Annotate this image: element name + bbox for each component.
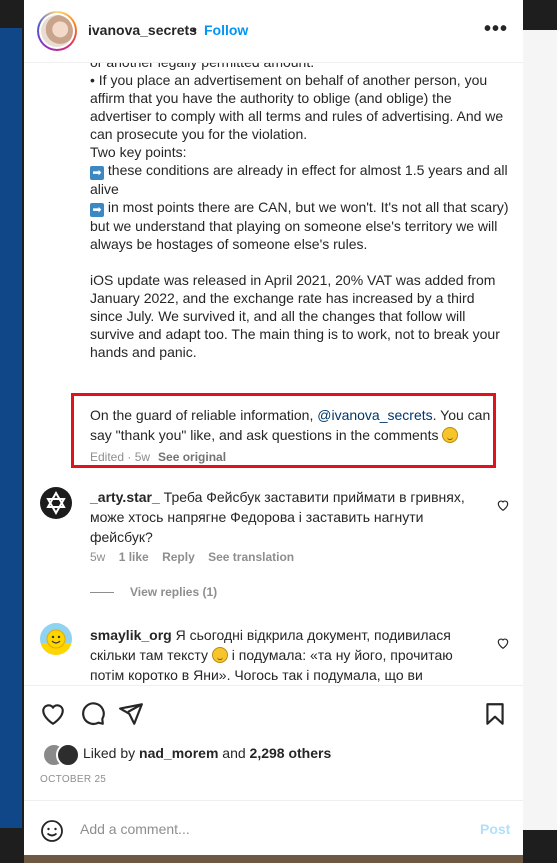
comment-likes[interactable]: 1 like — [119, 550, 149, 564]
comment-input[interactable] — [80, 819, 440, 839]
comment-username[interactable]: _arty.star_ — [90, 489, 160, 505]
liked-user: nad_morem — [139, 745, 219, 761]
post-caption: or another legally permitted amount. • I… — [90, 63, 510, 361]
comment-bubble-icon[interactable] — [80, 701, 106, 727]
smiley-sun-icon — [40, 629, 72, 655]
post-footer: Liked by nad_morem and 2,298 others OCTO… — [24, 685, 523, 855]
post-modal: ivanova_secrets • Follow ••• or another … — [24, 0, 523, 855]
comment-meta: 5w 1 like Reply See translation — [90, 550, 304, 564]
reply-button[interactable]: Reply — [162, 550, 195, 564]
caption-line: Two key points: — [90, 144, 187, 160]
background-stripe — [0, 28, 22, 828]
mention-link[interactable]: @ivanova_secrets — [317, 407, 432, 423]
liker-avatar[interactable] — [56, 743, 80, 767]
comment-text: smaylik_org Я сьогодні відкрила документ… — [90, 627, 453, 683]
post-date[interactable]: OCTOBER 25 — [40, 774, 106, 785]
caption-blank — [90, 253, 510, 271]
post-header: ivanova_secrets • Follow ••• — [24, 0, 523, 63]
arrow-right-icon: ➡ — [90, 203, 104, 217]
follow-button[interactable]: Follow — [204, 22, 248, 38]
comments-scroll-area[interactable]: or another legally permitted amount. • I… — [24, 63, 523, 685]
heart-icon[interactable] — [496, 498, 510, 512]
likes-summary[interactable]: Liked by nad_morem and 2,298 others — [83, 745, 331, 761]
arrow-right-icon: ➡ — [90, 166, 104, 180]
comment-avatar[interactable] — [40, 487, 72, 519]
background-panel — [523, 30, 557, 830]
background-bottom — [24, 855, 523, 863]
separator-dot: • — [192, 21, 197, 37]
see-original-button[interactable]: See original — [158, 450, 226, 464]
edited-label: Edited · 5w — [90, 450, 151, 464]
comment-username[interactable]: smaylik_org — [90, 627, 172, 643]
post-button[interactable]: Post — [480, 821, 510, 837]
others-count: 2,298 others — [249, 745, 332, 761]
view-replies-button[interactable]: View replies (1) — [90, 585, 217, 599]
comment-time: 5w — [90, 550, 106, 564]
caption-guard-text: On the guard of reliable information, @i… — [90, 407, 491, 443]
see-translation-button[interactable]: See translation — [208, 550, 294, 564]
caption-point-2: ➡ in most points there are CAN, but we w… — [90, 199, 513, 252]
background-left — [0, 0, 24, 863]
replies-line — [90, 592, 114, 594]
caption-line: • If you place an advertisement on behal… — [90, 72, 508, 142]
heart-icon[interactable] — [496, 636, 510, 650]
add-comment-row: Post — [24, 800, 523, 855]
post-username[interactable]: ivanova_secrets — [88, 22, 197, 38]
profile-avatar[interactable] — [37, 11, 77, 51]
grinning-squinting-face-icon — [211, 647, 228, 663]
comment-avatar[interactable] — [40, 623, 72, 655]
winking-face-icon — [442, 427, 459, 443]
star-of-david-icon — [46, 490, 66, 516]
comment-text: _arty.star_ Треба Фейсбук заставити прий… — [90, 489, 465, 545]
emoji-picker-icon[interactable] — [40, 819, 64, 843]
background-right — [523, 0, 557, 863]
caption-paragraph: iOS update was released in April 2021, 2… — [90, 272, 504, 360]
caption-line: or another legally permitted amount. — [90, 63, 510, 71]
caption-meta: Edited · 5w See original — [90, 450, 226, 464]
bookmark-icon[interactable] — [482, 701, 508, 727]
caption-point-1: ➡ these conditions are already in effect… — [90, 162, 512, 197]
like-heart-icon[interactable] — [40, 701, 66, 727]
more-options-button[interactable]: ••• — [484, 18, 508, 41]
share-paper-plane-icon[interactable] — [118, 701, 144, 727]
